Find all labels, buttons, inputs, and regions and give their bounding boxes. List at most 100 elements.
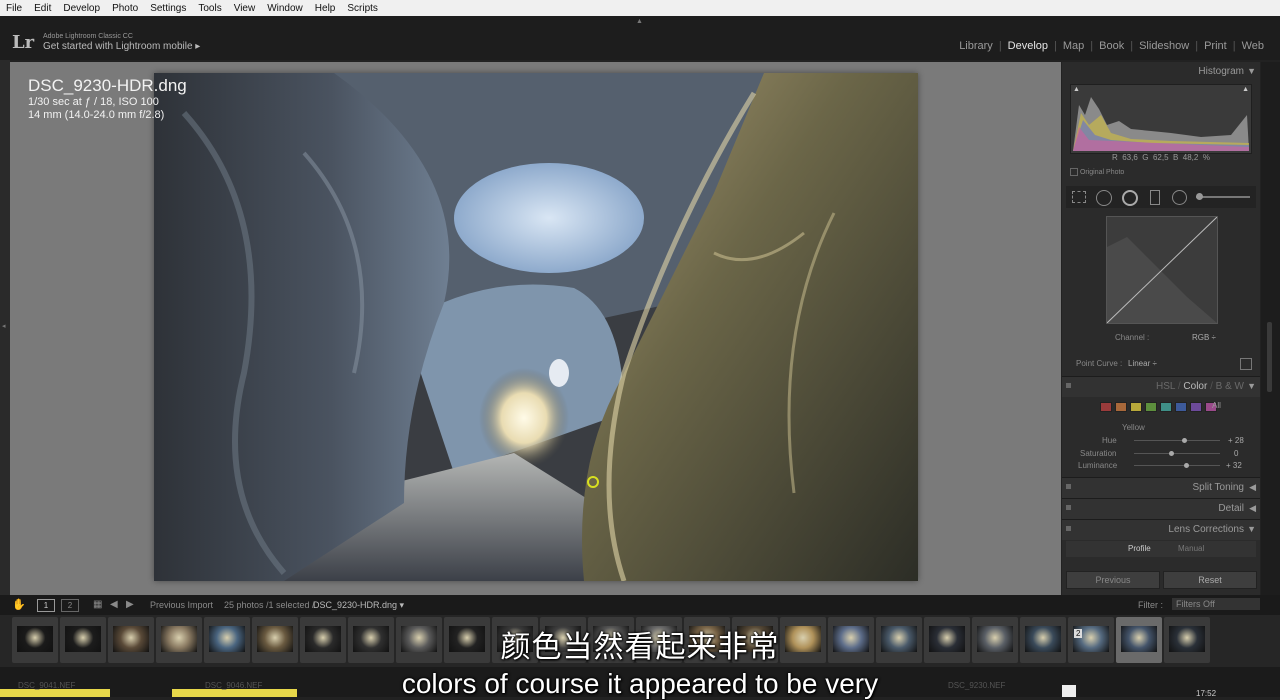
histogram-readout: R 63,6 G 62,5 B 48,2 %	[1112, 153, 1210, 162]
hue-value[interactable]: + 28	[1228, 436, 1244, 445]
color-swatch[interactable]	[1115, 402, 1127, 412]
menu-photo[interactable]: Photo	[106, 3, 144, 14]
hand-icon[interactable]: ✋	[12, 598, 26, 611]
identity-plate: ▲ Lr Adobe Lightroom Classic CC Get star…	[0, 16, 1280, 60]
saturation-slider[interactable]	[1134, 453, 1220, 454]
saturation-slider-thumb[interactable]	[1169, 451, 1174, 456]
histogram-graph[interactable]: ▲ ▲	[1070, 84, 1252, 154]
panel-switch-icon[interactable]	[1066, 484, 1071, 489]
menu-develop[interactable]: Develop	[57, 3, 106, 14]
percent-unit: %	[1202, 153, 1210, 162]
menu-view[interactable]: View	[228, 3, 262, 14]
radial-filter-icon[interactable]	[1172, 190, 1187, 205]
mobile-link[interactable]: Get started with Lightroom mobile ▸	[43, 41, 200, 52]
expand-left-panel-icon[interactable]: ◂	[2, 322, 6, 330]
module-print[interactable]: Print	[1198, 40, 1233, 52]
channel-select[interactable]: RGB ÷	[1192, 333, 1216, 342]
ice-cave-photo[interactable]	[154, 73, 918, 581]
module-web[interactable]: Web	[1236, 40, 1270, 52]
module-picker: Library | Develop | Map | Book | Slideshow | …	[953, 40, 1270, 52]
grid-view-icon[interactable]: ▦	[93, 599, 102, 610]
menu-settings[interactable]: Settings	[144, 3, 192, 14]
checkbox-icon[interactable]	[1070, 168, 1078, 176]
tab-bw[interactable]: B & W	[1216, 381, 1244, 392]
histogram-header[interactable]: Histogram ▼	[1062, 62, 1260, 82]
highlight-clipping-icon[interactable]: ▲	[1242, 86, 1249, 93]
module-library[interactable]: Library	[953, 40, 999, 52]
adjustment-brush-icon[interactable]	[1196, 193, 1203, 200]
forward-arrow-icon[interactable]: ▶	[126, 599, 134, 610]
photo-canvas[interactable]: DSC_9230-HDR.dng 1/30 sec at ƒ / 18, ISO…	[10, 62, 1061, 595]
panel-switch-icon[interactable]	[1066, 526, 1071, 531]
b-value: 48,2	[1182, 153, 1199, 162]
menu-bar: File Edit Develop Photo Settings Tools V…	[0, 0, 1280, 16]
r-value: 63,6	[1122, 153, 1138, 162]
luminance-label: Luminance	[1078, 461, 1118, 470]
saturation-value[interactable]: 0	[1234, 449, 1238, 458]
left-panel-collapsed[interactable]: ◂	[0, 60, 10, 595]
hue-slider[interactable]	[1134, 440, 1220, 441]
reset-button[interactable]: Reset	[1163, 571, 1257, 589]
expand-triangle-icon[interactable]: ◀	[1249, 482, 1256, 493]
luminance-slider-thumb[interactable]	[1184, 463, 1189, 468]
point-curve-label: Point Curve :	[1076, 359, 1123, 368]
expand-triangle-icon[interactable]: ◀	[1249, 503, 1256, 514]
second-screen-button[interactable]: 2	[61, 599, 79, 612]
module-slideshow[interactable]: Slideshow	[1133, 40, 1195, 52]
tab-color[interactable]: Color	[1183, 381, 1207, 392]
lens-corrections-header[interactable]: Lens Corrections ▼	[1062, 519, 1260, 540]
menu-scripts[interactable]: Scripts	[341, 3, 384, 14]
detail-header[interactable]: Detail ◀	[1062, 498, 1260, 519]
collapse-triangle-icon[interactable]: ▼	[1247, 381, 1256, 391]
graduated-filter-icon[interactable]	[1150, 190, 1160, 205]
panel-switch-icon[interactable]	[1066, 505, 1071, 510]
module-book[interactable]: Book	[1093, 40, 1130, 52]
tab-hsl[interactable]: HSL	[1156, 381, 1175, 392]
split-toning-header[interactable]: Split Toning ◀	[1062, 477, 1260, 498]
menu-edit[interactable]: Edit	[28, 3, 57, 14]
curve-edit-icon[interactable]	[1240, 358, 1252, 370]
filter-select[interactable]: Filters Off	[1172, 598, 1260, 610]
color-swatch[interactable]	[1160, 402, 1172, 412]
color-swatch[interactable]	[1175, 402, 1187, 412]
filter-label: Filter :	[1138, 600, 1164, 610]
crop-tool-icon[interactable]	[1072, 191, 1086, 203]
swatch-all[interactable]: All	[1212, 401, 1221, 410]
tone-curve-graph[interactable]	[1106, 216, 1218, 324]
luminance-value[interactable]: + 32	[1226, 461, 1242, 470]
main-screen-button[interactable]: 1	[37, 599, 55, 612]
color-swatch[interactable]	[1145, 402, 1157, 412]
panel-switch-icon[interactable]	[1066, 383, 1071, 388]
color-swatch[interactable]	[1130, 402, 1142, 412]
previous-button[interactable]: Previous	[1066, 571, 1160, 589]
original-photo-checkbox[interactable]: Original Photo	[1070, 168, 1124, 176]
color-swatch[interactable]	[1100, 402, 1112, 412]
collapse-top-panel-icon[interactable]: ▲	[636, 18, 643, 25]
spot-removal-icon[interactable]	[1096, 190, 1112, 206]
right-panel-scrollbar[interactable]	[1261, 62, 1280, 595]
color-swatch[interactable]	[1190, 402, 1202, 412]
back-arrow-icon[interactable]: ◀	[110, 599, 118, 610]
module-develop[interactable]: Develop	[1002, 40, 1054, 52]
menu-help[interactable]: Help	[309, 3, 342, 14]
point-curve-select[interactable]: Linear ÷	[1128, 359, 1157, 368]
current-file-path[interactable]: DSC_9230-HDR.dng ▾	[313, 600, 404, 611]
scrollbar-thumb[interactable]	[1267, 322, 1272, 392]
module-map[interactable]: Map	[1057, 40, 1090, 52]
source-label[interactable]: Previous Import	[150, 600, 213, 610]
hsl-header[interactable]: HSL / Color / B & W ▼	[1062, 376, 1260, 397]
adjustment-brush-slider[interactable]	[1196, 196, 1250, 198]
menu-file[interactable]: File	[0, 3, 28, 14]
menu-tools[interactable]: Tools	[192, 3, 227, 14]
tab-manual[interactable]: Manual	[1178, 544, 1204, 553]
menu-window[interactable]: Window	[261, 3, 309, 14]
tab-profile[interactable]: Profile	[1128, 544, 1151, 553]
collapse-triangle-icon[interactable]: ▼	[1247, 524, 1256, 534]
luminance-slider[interactable]	[1134, 465, 1220, 466]
shadow-clipping-icon[interactable]: ▲	[1073, 86, 1080, 93]
split-toning-title: Split Toning	[1192, 482, 1244, 493]
photo-count: 25 photos /1 selected /	[224, 600, 315, 610]
collapse-triangle-icon[interactable]: ▼	[1247, 66, 1256, 76]
red-eye-icon[interactable]	[1122, 190, 1138, 206]
hue-slider-thumb[interactable]	[1182, 438, 1187, 443]
